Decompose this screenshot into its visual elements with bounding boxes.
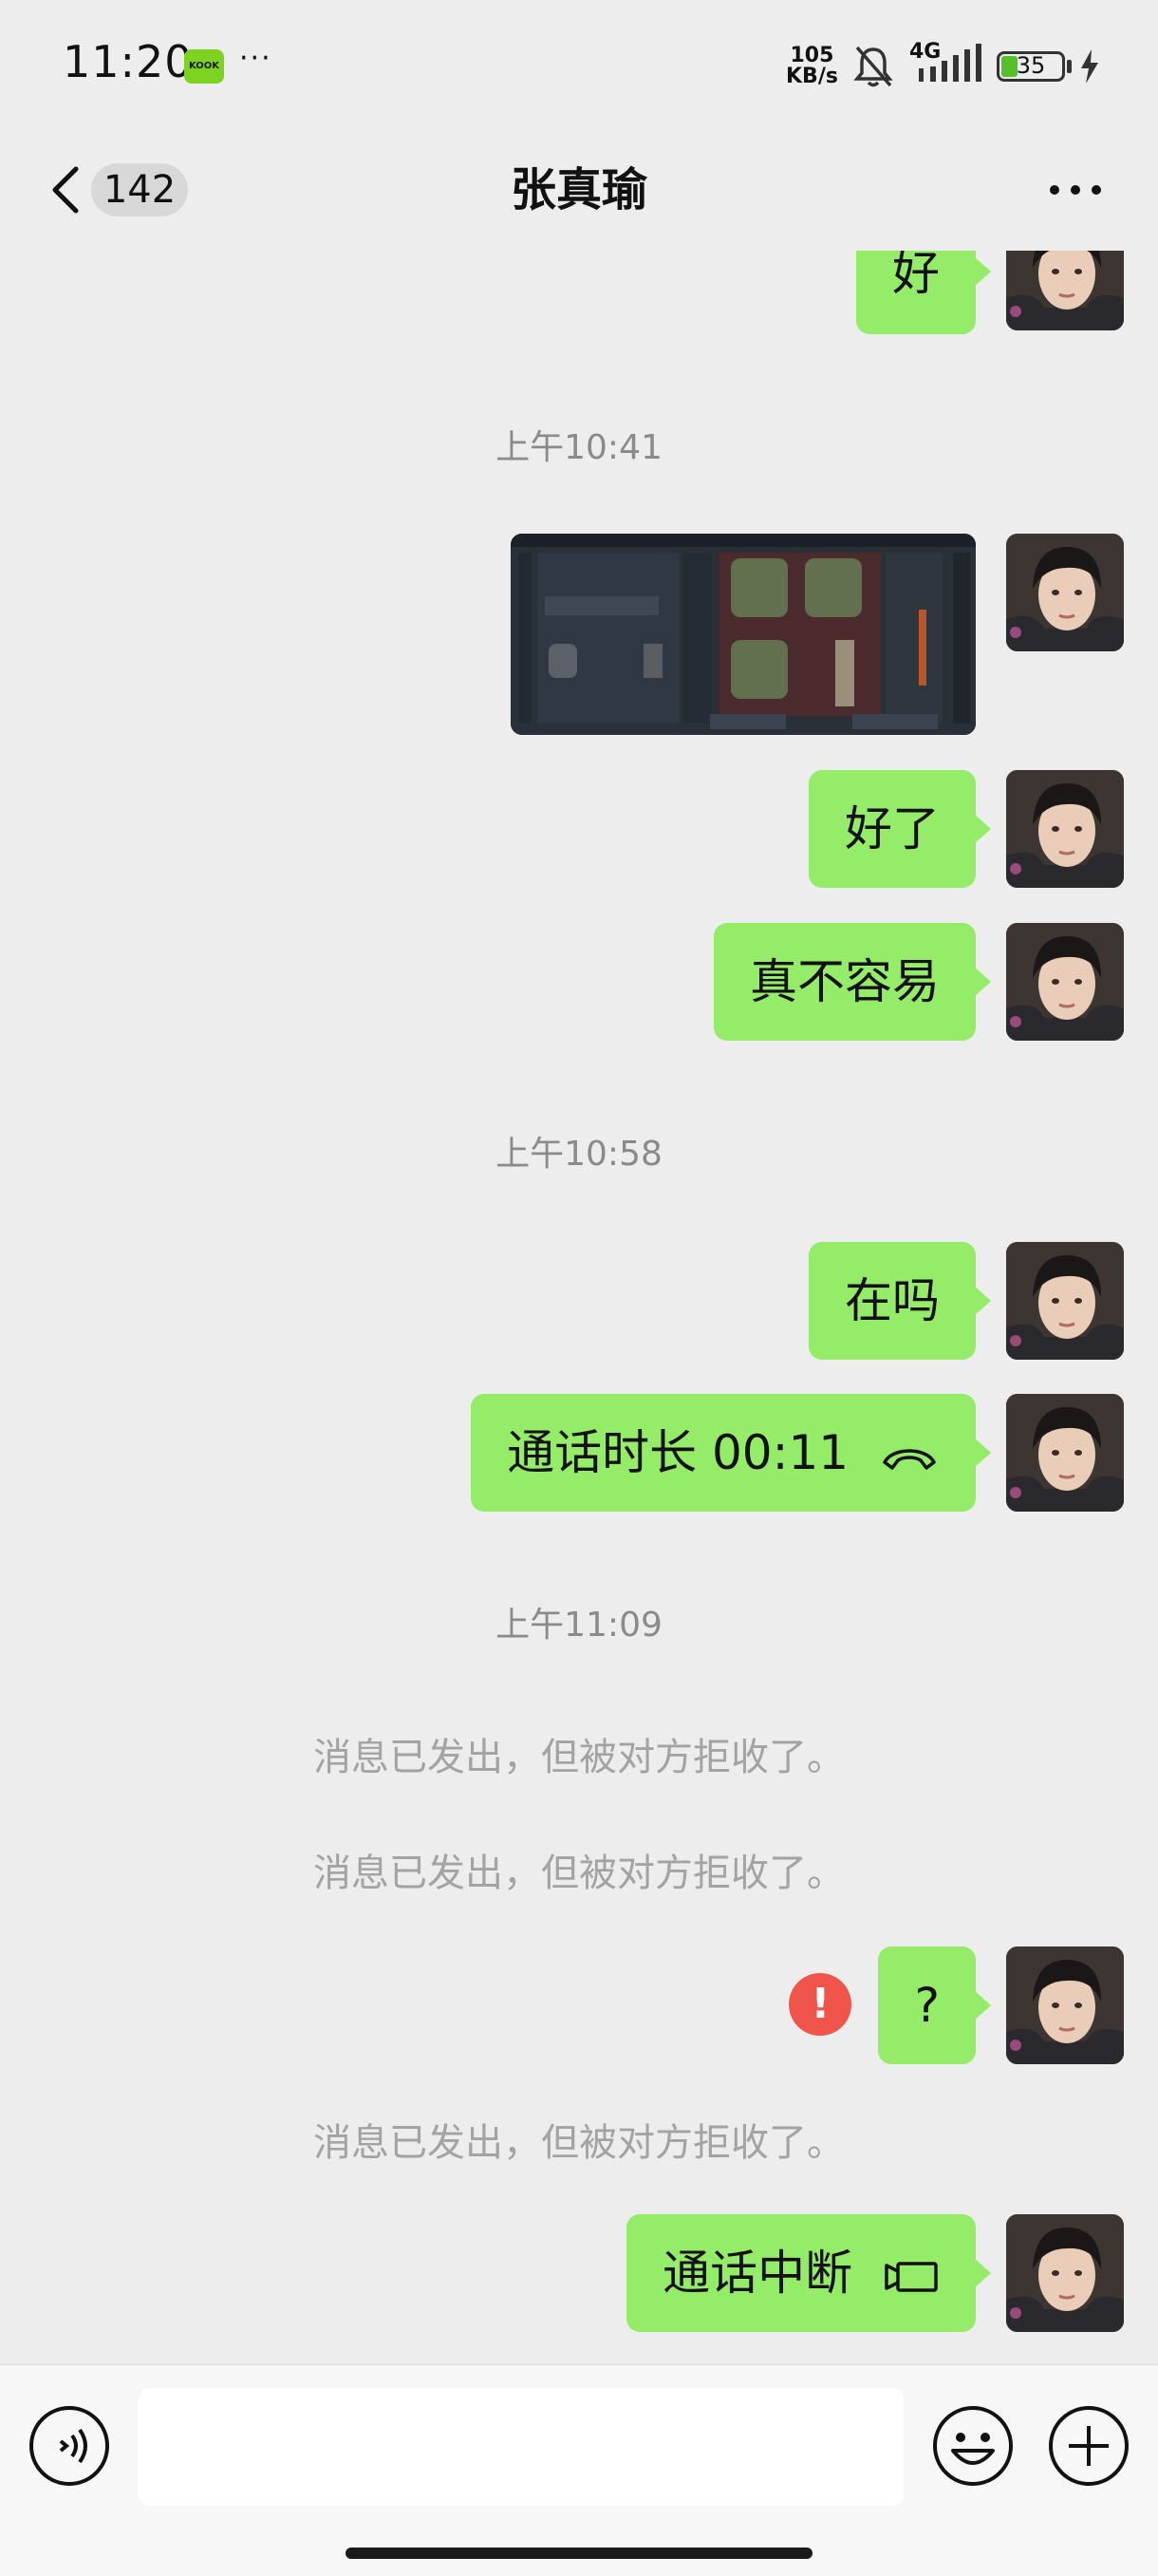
message-list[interactable]: 好 上午10:41 好了 真不容易 上午10:58 在吗 通话时长 00:11 … [0,251,1158,2364]
message-row: ! ? [789,1946,1124,2064]
avatar[interactable] [1006,923,1124,1041]
message-bubble[interactable]: 好了 [809,770,991,888]
status-time: 11:20 [63,36,194,87]
emoji-icon[interactable] [930,2403,1016,2489]
charging-bolt-icon [1081,49,1098,84]
message-row: 通话时长 00:11 [471,1394,1124,1512]
chat-header: 142 张真瑜 [0,133,1158,251]
message-bubble[interactable]: 好 [856,251,991,334]
avatar[interactable] [1006,1394,1124,1512]
image-message[interactable] [511,534,976,735]
message-bubble[interactable]: ? [878,1946,991,2064]
system-notice: 消息已发出，但被对方拒收了。 [313,1736,845,1779]
home-indicator[interactable] [346,2548,812,2559]
network-speed: 105 KB/s [786,46,838,87]
call-record-bubble[interactable]: 通话时长 00:11 [471,1394,991,1512]
send-failed-icon[interactable]: ! [789,1973,852,2036]
avatar[interactable] [1006,2214,1124,2332]
avatar[interactable] [1006,1242,1124,1360]
chat-title: 张真瑜 [510,163,647,216]
message-row [511,534,1124,735]
message-row: 好了 [809,770,1124,888]
plus-icon[interactable] [1046,2403,1131,2489]
phone-hangup-icon [883,1448,936,1470]
status-overflow-icon: ··· [239,42,272,75]
message-row: 通话中断 [626,2214,1124,2332]
system-notice: 消息已发出，但被对方拒收了。 [313,2121,845,2165]
call-duration-text: 通话时长 00:11 [507,1425,850,1480]
message-bubble[interactable]: 真不容易 [714,923,991,1041]
video-call-icon [885,2261,938,2292]
message-row: 真不容易 [714,923,1124,1041]
network-speed-value: 105 [790,44,834,67]
avatar[interactable] [1006,770,1124,888]
call-record-bubble[interactable]: 通话中断 [626,2214,991,2332]
avatar[interactable] [1006,251,1124,330]
network-speed-unit: KB/s [786,65,838,88]
avatar[interactable] [1006,1946,1124,2064]
input-bar [0,2364,1158,2576]
voice-input-icon[interactable] [27,2403,112,2489]
timestamp: 上午10:58 [495,1135,663,1174]
battery-level: 35 [1016,52,1046,79]
kook-app-icon: KOOK [184,49,224,84]
message-row: 在吗 [809,1242,1124,1360]
message-row: 好 [856,251,1124,334]
status-bar: 11:20 KOOK ··· 105 KB/s 4G 35 [0,0,1158,133]
avatar[interactable] [1006,534,1124,651]
timestamp: 上午10:41 [495,428,663,467]
call-status-text: 通话中断 [663,2246,853,2301]
message-bubble[interactable]: 在吗 [809,1242,991,1360]
more-options-icon[interactable] [1044,171,1107,209]
system-notice: 消息已发出，但被对方拒收了。 [313,1852,845,1895]
message-input[interactable] [139,2388,904,2506]
timestamp: 上午11:09 [495,1606,663,1645]
battery-icon: 35 [997,51,1065,82]
mute-bell-icon [853,46,893,87]
